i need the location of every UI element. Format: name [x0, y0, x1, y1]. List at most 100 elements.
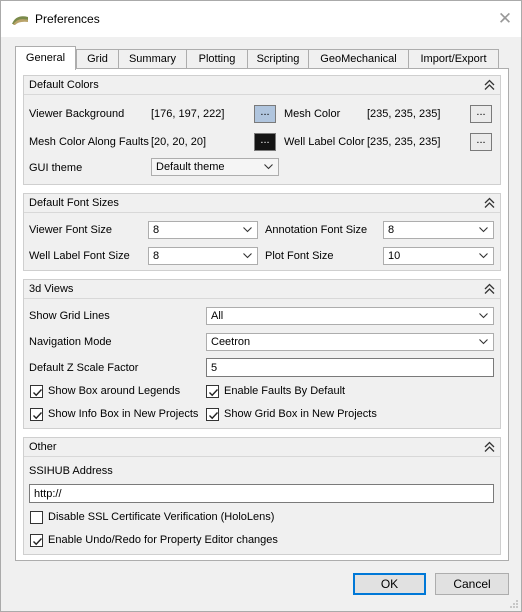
- 3d-views-group: 3d Views Show Grid Lines All Navigation …: [23, 279, 501, 429]
- well-label-color-value: [235, 235, 235]: [367, 136, 441, 148]
- show-box-legends-label: Show Box around Legends: [48, 385, 181, 397]
- tab-grid[interactable]: Grid: [76, 49, 119, 69]
- mesh-faults-label: Mesh Color Along Faults: [29, 136, 149, 148]
- other-header[interactable]: Other: [24, 438, 500, 457]
- z-scale-input[interactable]: 5: [206, 358, 494, 377]
- enable-undo-label: Enable Undo/Redo for Property Editor cha…: [48, 534, 278, 546]
- resize-grip-icon[interactable]: [509, 599, 519, 609]
- tab-import-export[interactable]: Import/Export: [408, 49, 499, 69]
- show-grid-lines-label: Show Grid Lines: [29, 310, 110, 322]
- mesh-faults-color-button[interactable]: ...: [254, 133, 276, 151]
- other-group: Other SSIHUB Address http:// Disable SSL…: [23, 437, 501, 555]
- mesh-color-button[interactable]: ...: [470, 105, 492, 123]
- enable-faults-label: Enable Faults By Default: [224, 385, 346, 397]
- checkbox-box[interactable]: [30, 408, 43, 421]
- annotation-font-size-label: Annotation Font Size: [265, 224, 368, 236]
- well-label-font-size-dropdown[interactable]: 8: [148, 247, 258, 265]
- show-grid-lines-dropdown[interactable]: All: [206, 307, 494, 325]
- navigation-mode-dropdown[interactable]: Ceetron: [206, 333, 494, 351]
- checkmark-icon: [209, 389, 219, 397]
- viewer-font-size-label: Viewer Font Size: [29, 224, 112, 236]
- cancel-button[interactable]: Cancel: [435, 573, 509, 595]
- gui-theme-dropdown[interactable]: Default theme: [151, 158, 279, 176]
- collapse-icon[interactable]: [484, 197, 495, 209]
- annotation-font-size-value: 8: [388, 224, 395, 236]
- chevron-down-icon: [479, 339, 488, 345]
- enable-faults-checkbox[interactable]: Enable Faults By Default: [206, 385, 376, 400]
- mesh-faults-value: [20, 20, 20]: [151, 136, 207, 148]
- disable-ssl-checkbox[interactable]: Disable SSL Certificate Verification (Ho…: [30, 511, 330, 526]
- well-label-font-size-value: 8: [153, 250, 160, 262]
- checkmark-icon: [33, 412, 43, 420]
- viewer-font-size-dropdown[interactable]: 8: [148, 221, 258, 239]
- default-colors-header[interactable]: Default Colors: [24, 76, 500, 95]
- ssihub-address-input[interactable]: http://: [29, 484, 494, 503]
- well-label-font-size-label: Well Label Font Size: [29, 250, 130, 262]
- disable-ssl-label: Disable SSL Certificate Verification (Ho…: [48, 511, 275, 523]
- close-button[interactable]: ✕: [493, 7, 517, 31]
- general-tab-panel: Default Colors Viewer Background [176, 1…: [15, 68, 509, 561]
- z-scale-label: Default Z Scale Factor: [29, 362, 139, 374]
- tab-scripting[interactable]: Scripting: [247, 49, 309, 69]
- checkbox-box[interactable]: [30, 534, 43, 547]
- checkbox-box[interactable]: [30, 385, 43, 398]
- chevron-down-icon: [243, 253, 252, 259]
- show-grid-box-label: Show Grid Box in New Projects: [224, 408, 377, 420]
- collapse-icon[interactable]: [484, 441, 495, 453]
- chevron-down-icon: [479, 313, 488, 319]
- show-info-box-checkbox[interactable]: Show Info Box in New Projects: [30, 408, 200, 423]
- tab-general[interactable]: General: [15, 46, 76, 70]
- checkbox-box[interactable]: [30, 511, 43, 524]
- well-label-color-label: Well Label Color: [284, 136, 365, 148]
- chevron-down-icon: [479, 227, 488, 233]
- tab-plotting[interactable]: Plotting: [186, 49, 248, 69]
- chevron-down-icon: [264, 164, 273, 170]
- checkmark-icon: [33, 389, 43, 397]
- group-title: Default Colors: [29, 79, 99, 91]
- show-grid-box-checkbox[interactable]: Show Grid Box in New Projects: [206, 408, 377, 423]
- ok-button[interactable]: OK: [353, 573, 426, 595]
- title-bar: Preferences ✕: [1, 1, 521, 37]
- group-title: 3d Views: [29, 283, 74, 295]
- group-title: Default Font Sizes: [29, 197, 119, 209]
- default-font-sizes-group: Default Font Sizes Viewer Font Size 8 An…: [23, 193, 501, 271]
- ssihub-address-label: SSIHUB Address: [29, 465, 113, 477]
- preferences-dialog: Preferences ✕ General Grid Summary Plott…: [0, 0, 522, 612]
- checkmark-icon: [209, 412, 219, 420]
- chevron-down-icon: [243, 227, 252, 233]
- close-icon: ✕: [497, 9, 513, 28]
- show-grid-lines-value: All: [211, 310, 224, 322]
- app-logo-icon: [12, 16, 28, 25]
- ssihub-address-value: http://: [34, 488, 62, 500]
- plot-font-size-value: 10: [388, 250, 401, 262]
- viewer-font-size-value: 8: [153, 224, 160, 236]
- well-label-color-button[interactable]: ...: [470, 133, 492, 151]
- default-font-sizes-header[interactable]: Default Font Sizes: [24, 194, 500, 213]
- viewer-background-label: Viewer Background: [29, 108, 125, 120]
- group-title: Other: [29, 441, 57, 453]
- chevron-down-icon: [479, 253, 488, 259]
- default-colors-group: Default Colors Viewer Background [176, 1…: [23, 75, 501, 185]
- navigation-mode-label: Navigation Mode: [29, 336, 112, 348]
- z-scale-value: 5: [211, 362, 218, 374]
- show-info-box-label: Show Info Box in New Projects: [48, 408, 199, 420]
- mesh-color-label: Mesh Color: [284, 108, 341, 120]
- 3d-views-header[interactable]: 3d Views: [24, 280, 500, 299]
- tab-summary[interactable]: Summary: [118, 49, 187, 69]
- gui-theme-label: GUI theme: [29, 162, 83, 174]
- viewer-background-color-button[interactable]: ...: [254, 105, 276, 123]
- collapse-icon[interactable]: [484, 283, 495, 295]
- plot-font-size-dropdown[interactable]: 10: [383, 247, 494, 265]
- viewer-background-value: [176, 197, 222]: [151, 108, 225, 120]
- plot-font-size-label: Plot Font Size: [265, 250, 334, 262]
- annotation-font-size-dropdown[interactable]: 8: [383, 221, 494, 239]
- checkbox-box[interactable]: [206, 408, 219, 421]
- navigation-mode-value: Ceetron: [211, 336, 251, 348]
- show-box-legends-checkbox[interactable]: Show Box around Legends: [30, 385, 200, 400]
- checkbox-box[interactable]: [206, 385, 219, 398]
- collapse-icon[interactable]: [484, 79, 495, 91]
- enable-undo-checkbox[interactable]: Enable Undo/Redo for Property Editor cha…: [30, 534, 330, 549]
- tab-geomechanical[interactable]: GeoMechanical: [308, 49, 409, 69]
- window-title: Preferences: [35, 12, 100, 26]
- gui-theme-value: Default theme: [156, 161, 225, 173]
